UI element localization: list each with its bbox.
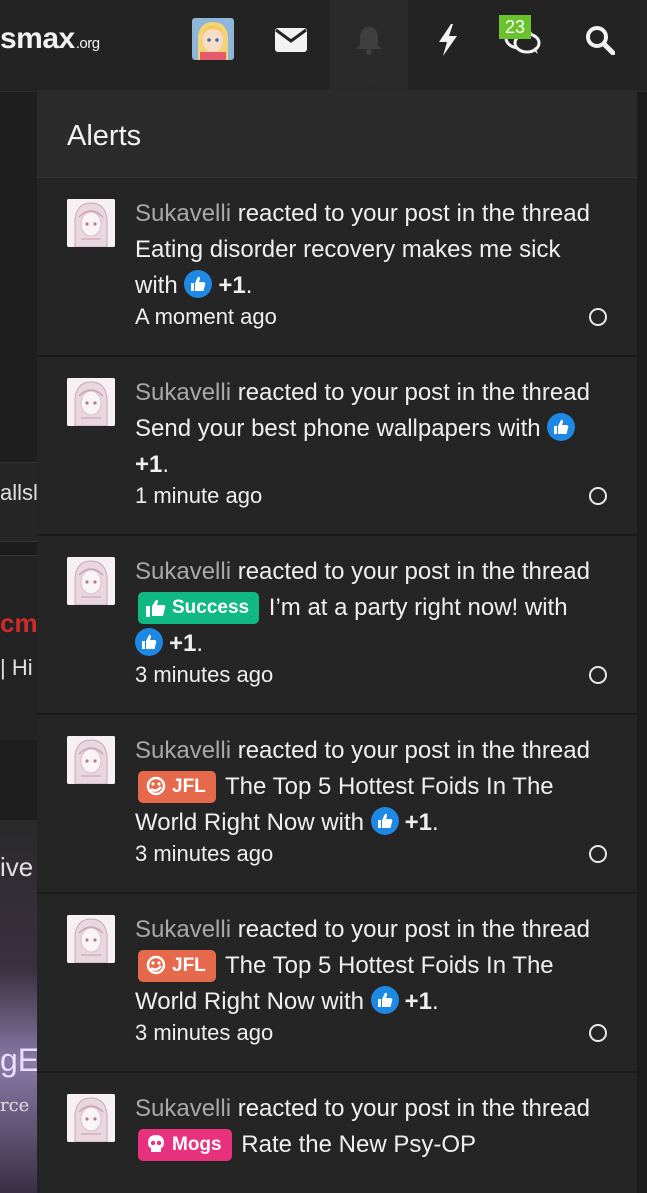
- alert-item[interactable]: Sukavelli reacted to your post in the th…: [37, 357, 637, 536]
- bell-icon[interactable]: [349, 20, 389, 60]
- alerts-panel: Alerts Sukavelli reacted to your post in…: [37, 90, 637, 1193]
- alert-username[interactable]: Sukavelli: [135, 737, 231, 764]
- conversations-badge: 23: [499, 15, 531, 39]
- alerts-header: Alerts: [37, 90, 637, 178]
- alert-action: reacted to your post in the thread: [231, 200, 590, 227]
- mark-read-toggle[interactable]: [589, 666, 607, 684]
- site-logo[interactable]: smax.org: [0, 22, 100, 56]
- alert-item[interactable]: Sukavelli reacted to your post in the th…: [37, 536, 637, 715]
- mark-read-toggle[interactable]: [589, 845, 607, 863]
- dropdown-caret: [357, 72, 381, 86]
- bg-text: allsl: [0, 480, 37, 505]
- bg-text: ive: [0, 852, 34, 882]
- alert-timestamp: 3 minutes ago: [135, 662, 274, 687]
- alert-username[interactable]: Sukavelli: [135, 1095, 231, 1122]
- alert-timestamp: A moment ago: [135, 304, 277, 329]
- like-reaction-icon: [135, 628, 163, 656]
- alerts-title: Alerts: [67, 120, 142, 152]
- alert-username[interactable]: Sukavelli: [135, 558, 231, 585]
- alert-action: reacted to your post in the thread: [231, 737, 590, 764]
- alert-username[interactable]: Sukavelli: [135, 916, 231, 943]
- tag-icon: [148, 1135, 164, 1152]
- mark-read-toggle[interactable]: [589, 308, 607, 326]
- avatar[interactable]: [67, 915, 115, 963]
- tag-icon: [146, 599, 166, 617]
- thread-prefix-tag: Success: [138, 592, 260, 624]
- reaction-label: +1: [218, 272, 246, 299]
- alert-thread-title[interactable]: Rate the New Psy-OP: [235, 1131, 476, 1158]
- avatar[interactable]: [67, 736, 115, 784]
- alert-timestamp: 3 minutes ago: [135, 1020, 274, 1045]
- reaction-label: +1: [404, 809, 433, 836]
- alert-item[interactable]: Sukavelli reacted to your post in the th…: [37, 715, 637, 894]
- reaction-label: +1: [135, 451, 163, 478]
- alert-text[interactable]: Sukavelli reacted to your post in the th…: [135, 554, 607, 662]
- bg-text: rce: [0, 1095, 30, 1116]
- tag-label: JFL: [172, 955, 206, 976]
- alerts-list: Sukavelli reacted to your post in the th…: [37, 178, 637, 1193]
- alert-item[interactable]: Sukavelli reacted to your post in the th…: [37, 894, 637, 1073]
- alert-timestamp: 1 minute ago: [135, 483, 263, 508]
- bg-block: [0, 555, 40, 740]
- avatar[interactable]: [67, 1094, 115, 1142]
- like-reaction-icon: [370, 986, 399, 1014]
- envelope-icon[interactable]: [271, 20, 311, 60]
- alert-text[interactable]: Sukavelli reacted to your post in the th…: [135, 912, 607, 1020]
- logo-text: smax: [0, 22, 75, 55]
- avatar[interactable]: [192, 18, 234, 60]
- avatar[interactable]: [67, 199, 115, 247]
- alert-text[interactable]: Sukavelli reacted to your post in the th…: [135, 196, 607, 304]
- reaction-label: +1: [404, 988, 433, 1015]
- like-reaction-icon: [370, 807, 399, 835]
- alert-thread-title[interactable]: Send your best phone wallpapers with: [135, 415, 547, 442]
- mark-read-toggle[interactable]: [589, 487, 607, 505]
- alert-action: reacted to your post in the thread: [231, 916, 590, 943]
- tag-label: Mogs: [172, 1134, 222, 1155]
- like-reaction-icon: [547, 413, 576, 441]
- logo-tld: .org: [75, 35, 100, 52]
- alert-action: reacted to your post in the thread: [231, 379, 590, 406]
- alert-action: reacted to your post in the thread: [231, 1095, 590, 1122]
- tag-icon: [146, 776, 166, 796]
- alert-username[interactable]: Sukavelli: [135, 379, 231, 406]
- alert-text[interactable]: Sukavelli reacted to your post in the th…: [135, 733, 607, 841]
- bg-block: [0, 740, 40, 820]
- tag-icon: [146, 955, 166, 975]
- avatar[interactable]: [67, 378, 115, 426]
- tag-label: JFL: [172, 776, 206, 797]
- thread-prefix-tag: JFL: [138, 771, 216, 803]
- alert-text[interactable]: Sukavelli reacted to your post in the th…: [135, 1091, 607, 1163]
- alert-action: reacted to your post in the thread: [231, 558, 590, 585]
- alert-text[interactable]: Sukavelli reacted to your post in the th…: [135, 375, 607, 483]
- bg-block: [0, 92, 40, 462]
- tag-label: Success: [172, 597, 250, 618]
- bg-text: gE: [0, 1042, 37, 1078]
- bolt-icon[interactable]: [428, 20, 468, 60]
- alert-item[interactable]: Sukavelli reacted to your post in the th…: [37, 1073, 637, 1193]
- bg-text: | Hi: [0, 655, 33, 680]
- mark-read-toggle[interactable]: [589, 1024, 607, 1042]
- search-icon[interactable]: [580, 20, 620, 60]
- alert-thread-title[interactable]: I’m at a party right now! with: [262, 594, 568, 621]
- thread-prefix-tag: JFL: [138, 950, 216, 982]
- bg-text: cm: [0, 608, 37, 638]
- thread-prefix-tag: Mogs: [138, 1129, 232, 1161]
- alert-timestamp: 3 minutes ago: [135, 841, 274, 866]
- reaction-label: +1: [169, 630, 197, 657]
- like-reaction-icon: [184, 270, 213, 298]
- alert-item[interactable]: Sukavelli reacted to your post in the th…: [37, 178, 637, 357]
- top-navbar: smax.org 23: [0, 0, 647, 92]
- avatar[interactable]: [67, 557, 115, 605]
- alert-username[interactable]: Sukavelli: [135, 200, 231, 227]
